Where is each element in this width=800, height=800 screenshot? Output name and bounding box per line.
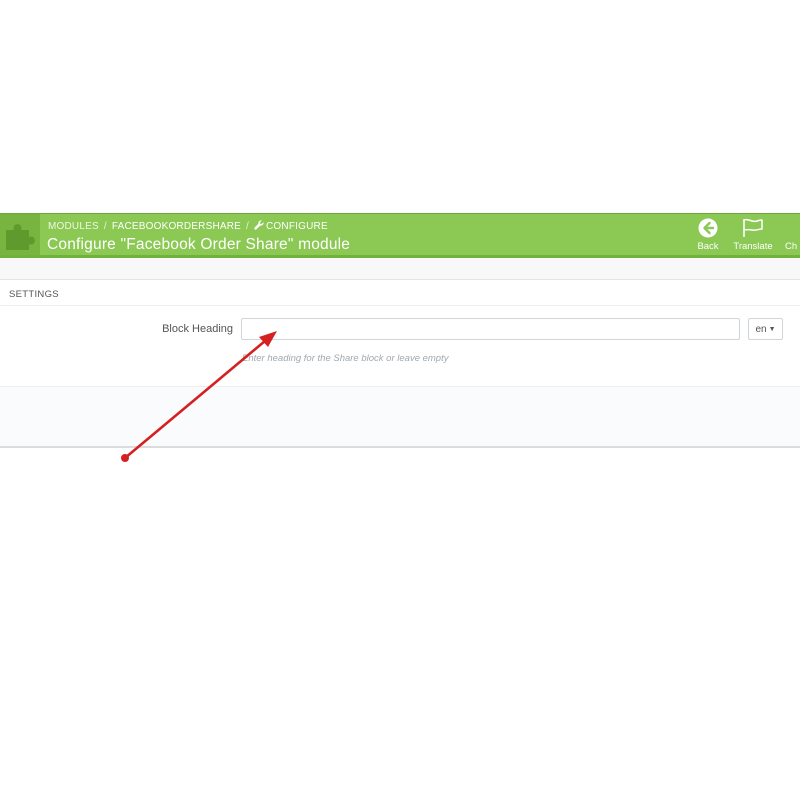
wrench-icon — [254, 220, 264, 233]
subheader-bar — [0, 258, 800, 280]
flag-icon — [743, 218, 763, 237]
check-button-label: Ch — [785, 241, 798, 252]
panel-footer — [0, 386, 800, 446]
language-value: en — [755, 323, 767, 335]
language-dropdown[interactable]: en ▼ — [748, 318, 783, 340]
breadcrumb-module-name[interactable]: FACEBOOKORDERSHARE — [112, 221, 241, 232]
breadcrumb-modules[interactable]: MODULES — [48, 221, 99, 232]
breadcrumb-configure: CONFIGURE — [266, 221, 328, 232]
breadcrumb-separator: / — [246, 221, 250, 232]
translate-button-label: Translate — [733, 241, 773, 252]
field-help-text: Enter heading for the Share block or lea… — [242, 353, 449, 364]
arrow-left-circle-icon — [698, 218, 718, 238]
breadcrumb-separator: / — [103, 221, 107, 232]
block-heading-input[interactable] — [241, 318, 740, 340]
panel-divider — [0, 305, 800, 306]
panel-heading: SETTINGS — [9, 289, 59, 300]
caret-down-icon: ▼ — [768, 325, 776, 333]
block-heading-label: Block Heading — [162, 323, 233, 335]
back-button-label: Back — [697, 241, 719, 252]
page-title: Configure "Facebook Order Share" module — [47, 236, 351, 253]
back-button[interactable]: Back — [695, 218, 721, 254]
puzzle-icon — [0, 214, 40, 255]
check-button[interactable]: Ch — [785, 218, 800, 254]
translate-button[interactable]: Translate — [730, 218, 776, 254]
settings-panel: SETTINGS Block Heading en ▼ Enter heading… — [0, 280, 800, 448]
page-header-toolbar: MODULES / FACEBOOKORDERSHARE / CONFIGURE Con… — [0, 213, 800, 258]
breadcrumb: MODULES / FACEBOOKORDERSHARE / CONFIGURE — [48, 220, 328, 233]
